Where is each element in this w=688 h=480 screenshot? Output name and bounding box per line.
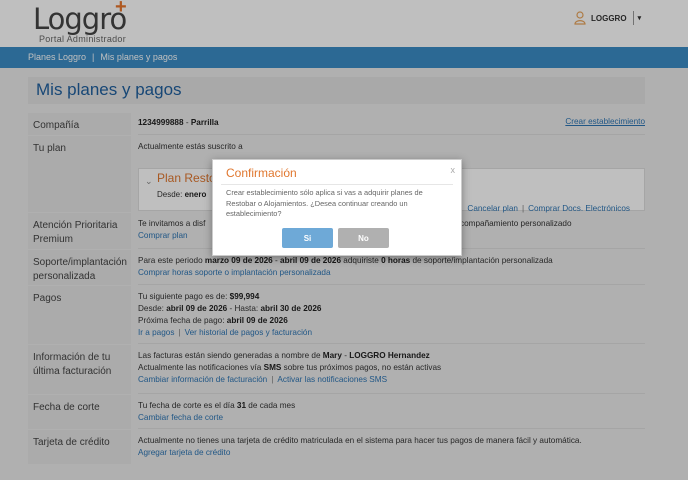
modal-divider — [221, 184, 453, 185]
confirmation-modal: Confirmación x Crear establecimiento sól… — [212, 159, 462, 256]
no-button[interactable]: No — [338, 228, 389, 248]
modal-message: Crear establecimiento sólo aplica si vas… — [226, 188, 423, 218]
modal-title: Confirmación — [226, 166, 297, 180]
close-icon[interactable]: x — [451, 165, 456, 175]
yes-button[interactable]: Si — [282, 228, 333, 248]
